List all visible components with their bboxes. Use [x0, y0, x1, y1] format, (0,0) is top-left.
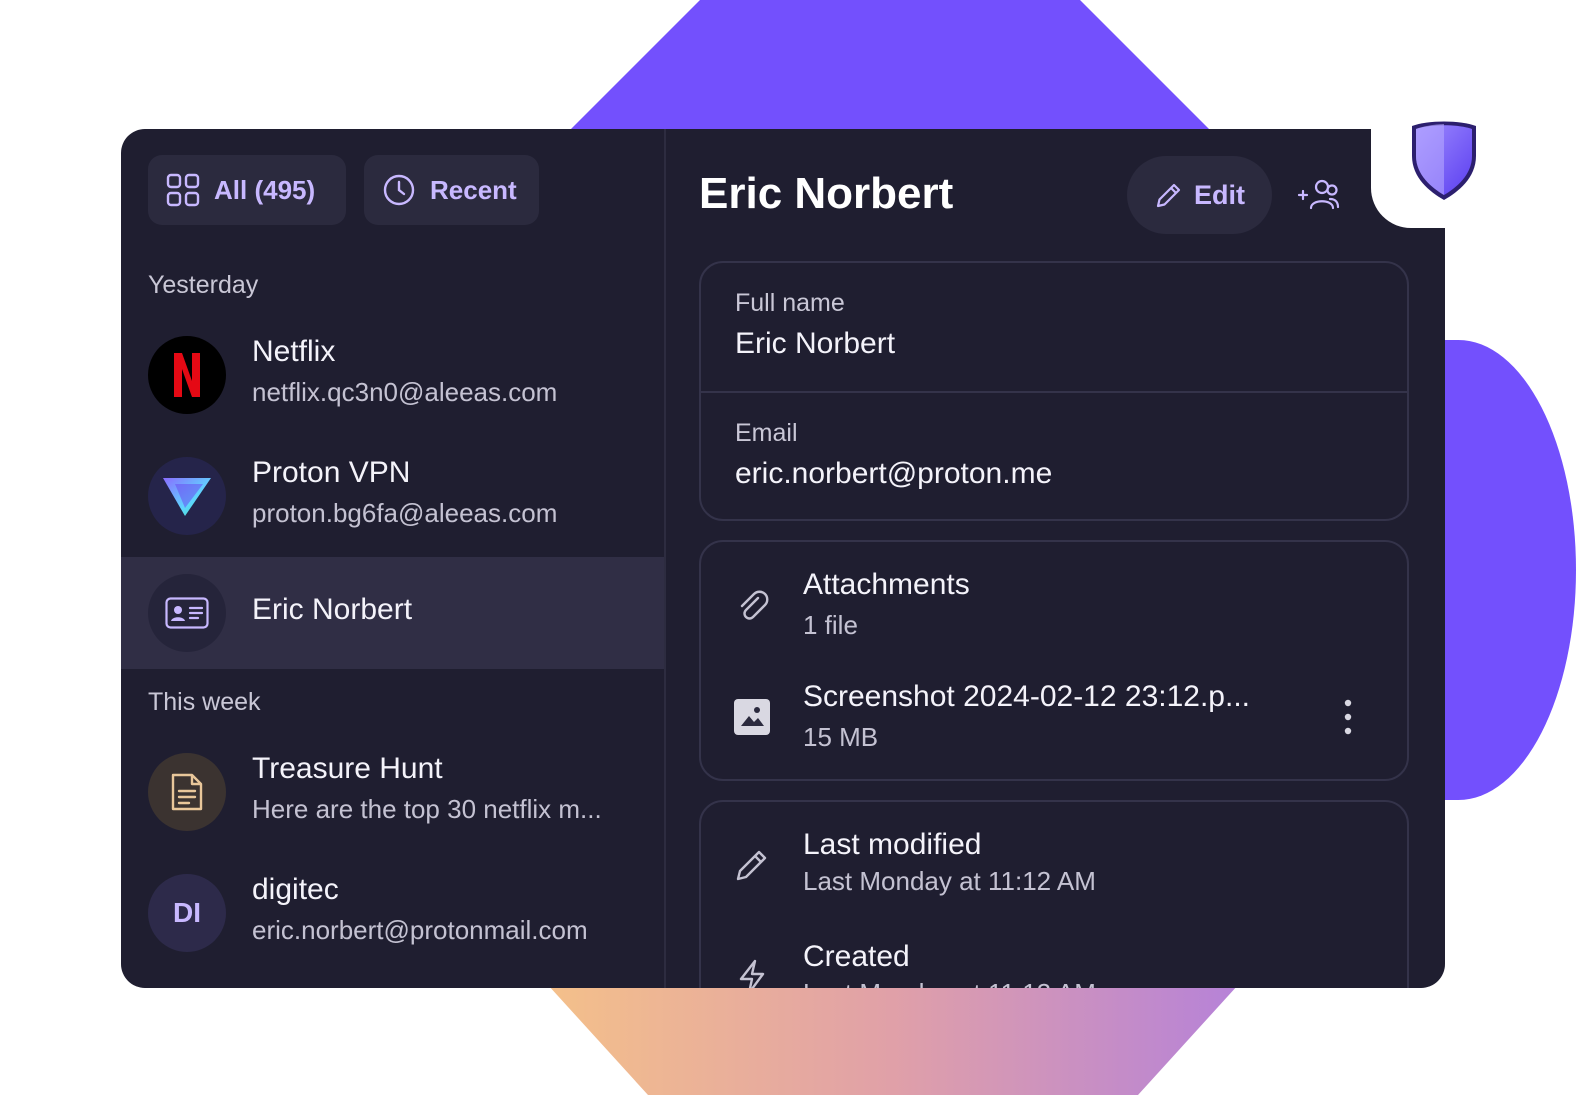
- list-item-title: Netflix: [252, 335, 336, 368]
- attachments-card: Attachments 1 file Screenshot 2024-02-12…: [699, 540, 1409, 781]
- shield-logo-icon: [1412, 121, 1476, 200]
- edit-button[interactable]: Edit: [1127, 156, 1272, 234]
- list-item-eric-norbert[interactable]: Eric Norbert: [121, 557, 664, 669]
- list-item-treasure-hunt[interactable]: Treasure Hunt Here are the top 30 netfli…: [121, 736, 664, 848]
- list-item-title: Treasure Hunt: [252, 752, 443, 785]
- list-item-title: digitec: [252, 873, 339, 906]
- fields-card: Full name Eric Norbert Email eric.norber…: [699, 261, 1409, 521]
- created-label: Created: [803, 940, 910, 973]
- attachments-count: 1 file: [803, 610, 858, 640]
- list-item-subtitle: netflix.qc3n0@aleeas.com: [252, 377, 558, 407]
- list-item-netflix[interactable]: Netflix netflix.qc3n0@aleeas.com: [121, 319, 664, 431]
- pencil-icon: [1156, 183, 1181, 208]
- attachment-file-size: 15 MB: [803, 722, 879, 752]
- list-item-proton-vpn[interactable]: Proton VPN proton.bg6fa@aleeas.com: [121, 440, 664, 552]
- last-modified-value: Last Monday at 11:12 AM: [803, 866, 1096, 896]
- tab-recent[interactable]: Recent: [364, 155, 539, 225]
- users-add-icon: [1297, 179, 1340, 210]
- tab-all-label: All (495): [214, 174, 316, 205]
- edit-button-label: Edit: [1194, 179, 1245, 210]
- proton-vpn-logo-icon: [148, 457, 226, 535]
- grid-icon: [166, 173, 200, 207]
- netflix-logo-icon: [148, 336, 226, 414]
- pencil-icon: [736, 850, 767, 881]
- share-button[interactable]: [1291, 173, 1345, 217]
- attachments-title: Attachments: [803, 568, 970, 601]
- avatar-initials: DI: [148, 874, 226, 952]
- tab-recent-label: Recent: [430, 174, 517, 205]
- section-label-this-week: This week: [148, 688, 261, 716]
- email-label: Email: [735, 419, 798, 447]
- bolt-icon: [739, 959, 765, 988]
- note-icon: [148, 753, 226, 831]
- full-name-label: Full name: [735, 289, 845, 317]
- divider: [701, 391, 1407, 393]
- list-item-title: Eric Norbert: [252, 593, 413, 626]
- created-value: Last Monday at 11:12 AM: [803, 978, 1096, 988]
- background-shape-bottom: [548, 985, 1238, 1095]
- list-item-digitec[interactable]: DI digitec eric.norbert@protonmail.com: [121, 857, 664, 969]
- email-value[interactable]: eric.norbert@proton.me: [735, 457, 1052, 491]
- item-list-panel: All (495) Recent Yesterday Netflix netfl…: [121, 129, 666, 988]
- background-shape-top: [560, 0, 1220, 140]
- list-item-subtitle: Here are the top 30 netflix m...: [252, 794, 602, 824]
- full-name-value[interactable]: Eric Norbert: [735, 327, 895, 361]
- last-modified-label: Last modified: [803, 828, 982, 861]
- image-file-icon: [734, 699, 770, 735]
- app-window: All (495) Recent Yesterday Netflix netfl…: [121, 129, 1445, 988]
- paperclip-icon: [740, 590, 769, 620]
- clock-icon: [383, 174, 415, 206]
- section-label-yesterday: Yesterday: [148, 271, 259, 299]
- tab-all[interactable]: All (495): [148, 155, 346, 225]
- list-item-subtitle: eric.norbert@protonmail.com: [252, 915, 588, 945]
- history-card: Last modified Last Monday at 11:12 AM Cr…: [699, 800, 1409, 988]
- attachment-file-name[interactable]: Screenshot 2024-02-12 23:12.p...: [803, 680, 1250, 714]
- identity-card-icon: [148, 574, 226, 652]
- list-item-subtitle: proton.bg6fa@aleeas.com: [252, 498, 558, 528]
- more-options-icon[interactable]: [1343, 698, 1353, 736]
- list-item-title: Proton VPN: [252, 456, 411, 489]
- page-title: Eric Norbert: [699, 169, 954, 218]
